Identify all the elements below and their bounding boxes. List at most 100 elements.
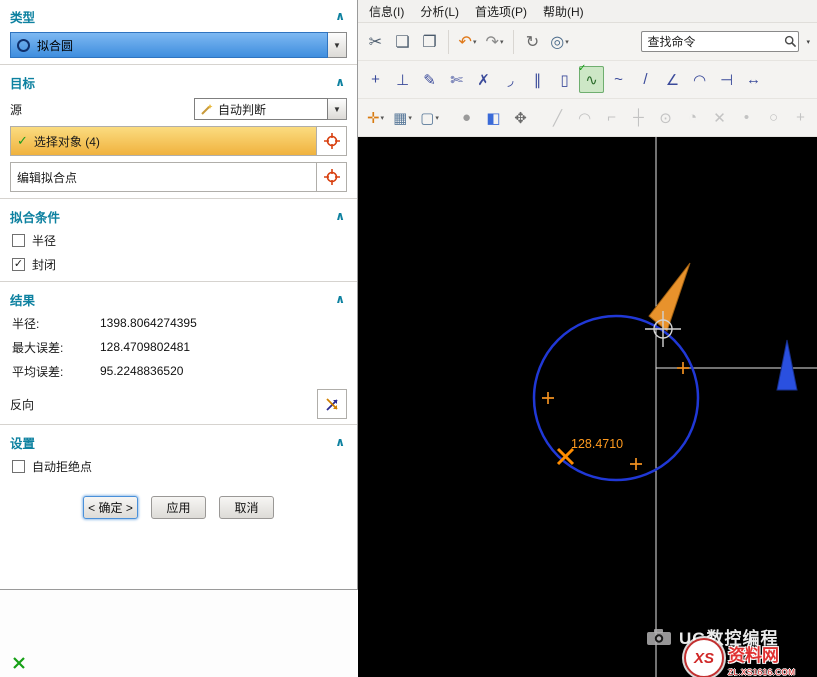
fit-circle[interactable] bbox=[534, 316, 698, 480]
direction-arrow-orange[interactable] bbox=[649, 263, 690, 331]
redo-dropdown-icon[interactable]: ▾ bbox=[500, 38, 504, 46]
type-section-header[interactable]: 类型 ∧ bbox=[10, 4, 347, 28]
undo-dropdown-icon[interactable]: ▾ bbox=[473, 38, 477, 46]
ok-button[interactable]: < 确定 > bbox=[83, 496, 138, 519]
quick-extend-icon[interactable]: ✗ bbox=[471, 66, 496, 93]
snap-intersection-icon[interactable]: ✕ bbox=[707, 104, 732, 131]
paste-icon[interactable]: ❐ bbox=[417, 28, 442, 55]
reverse-direction-button[interactable] bbox=[317, 389, 347, 419]
studio-spline-icon[interactable]: ~ bbox=[606, 66, 631, 93]
snap-circle-icon[interactable]: ○ bbox=[761, 104, 786, 131]
target-collapse-icon[interactable]: ∧ bbox=[333, 75, 347, 89]
redo-icon[interactable]: ↷▾ bbox=[482, 28, 507, 55]
undo-icon[interactable]: ↶▾ bbox=[455, 28, 480, 55]
search-input[interactable] bbox=[642, 35, 782, 49]
arc-icon[interactable]: ◠ bbox=[687, 66, 712, 93]
point-method-dropdown-icon[interactable]: ▾ bbox=[381, 114, 385, 122]
repeat-command-icon[interactable]: ↻ bbox=[520, 28, 545, 55]
source-selected-value[interactable]: 自动判断 bbox=[194, 98, 328, 120]
edit-fit-points-field[interactable]: 编辑拟合点 bbox=[11, 163, 316, 191]
toolbar-separator bbox=[448, 30, 449, 54]
type-value-label: 拟合圆 bbox=[37, 37, 73, 54]
reverse-label: 反向 bbox=[10, 396, 34, 413]
touch-gesture-icon[interactable]: ◎▾ bbox=[547, 28, 572, 55]
source-row: 源 自动判断 ▼ bbox=[10, 98, 347, 120]
radius-checkbox[interactable] bbox=[12, 234, 25, 247]
angle-icon[interactable]: ∠ bbox=[660, 66, 685, 93]
command-finder[interactable] bbox=[641, 31, 799, 52]
menu-item-2[interactable]: 首选项(P) bbox=[467, 1, 535, 22]
fit-circle-icon bbox=[17, 39, 30, 52]
snap-midpoint-icon[interactable]: ┼ bbox=[626, 104, 651, 131]
closed-checkbox[interactable]: ✓ bbox=[12, 258, 25, 271]
slope-icon[interactable]: / bbox=[633, 66, 658, 93]
infer-wand-icon bbox=[200, 103, 213, 116]
snap-arc-icon[interactable]: ◠ bbox=[572, 104, 597, 131]
constraint-icon[interactable]: ⊣ bbox=[714, 66, 739, 93]
search-icon[interactable] bbox=[782, 35, 798, 48]
target-section-header[interactable]: 目标 ∧ bbox=[10, 70, 347, 94]
type-collapse-icon[interactable]: ∧ bbox=[333, 9, 347, 23]
graphics-viewport[interactable]: 128.4710 UG数控编程 XS 资料网 ZL.XS1616.COM bbox=[358, 137, 817, 677]
radius-checkbox-label: 半径 bbox=[32, 232, 56, 249]
fit-curve-icon[interactable]: ∿✓ bbox=[579, 66, 604, 93]
touch-gesture-dropdown-icon[interactable]: ▾ bbox=[565, 38, 569, 46]
viewport-canvas: 128.4710 bbox=[358, 137, 817, 677]
background-panel bbox=[0, 590, 358, 677]
offset-curve-icon[interactable]: ∥ bbox=[525, 66, 550, 93]
fillet-icon[interactable]: ◞ bbox=[498, 66, 523, 93]
results-collapse-icon[interactable]: ∧ bbox=[333, 292, 347, 306]
cancel-button[interactable]: 取消 bbox=[219, 496, 274, 519]
menu-item-0[interactable]: 信息(I) bbox=[361, 1, 412, 22]
type-selected-value[interactable]: 拟合圆 bbox=[10, 32, 328, 58]
isometric-view-icon[interactable]: ◧ bbox=[481, 104, 506, 131]
cut-icon[interactable]: ✂ bbox=[363, 28, 388, 55]
snap-plus-icon[interactable]: + bbox=[788, 104, 813, 131]
perpendicular-icon[interactable]: ⊥ bbox=[390, 66, 415, 93]
quick-trim-icon[interactable]: ✄ bbox=[444, 66, 469, 93]
type-dropdown[interactable]: 拟合圆 ▼ bbox=[10, 32, 347, 58]
snap-line-icon[interactable]: ╱ bbox=[545, 104, 570, 131]
source-dropdown[interactable]: 自动判断 ▼ bbox=[194, 98, 347, 120]
snap-center-icon[interactable]: ⊙ bbox=[653, 104, 678, 131]
fit-point-marker[interactable] bbox=[542, 392, 554, 404]
shaded-view-icon[interactable]: ● bbox=[454, 104, 479, 131]
source-label: 源 bbox=[10, 101, 22, 118]
point-method-icon[interactable]: ✛▾ bbox=[363, 104, 388, 131]
source-dropdown-arrow-icon[interactable]: ▼ bbox=[328, 98, 347, 120]
annotation-icon[interactable]: ✎ bbox=[417, 66, 442, 93]
fit-point-marker[interactable] bbox=[630, 458, 642, 470]
select-objects-field[interactable]: ✓ 选择对象 (4) bbox=[11, 127, 316, 155]
pattern-curve-icon[interactable]: ▯ bbox=[552, 66, 577, 93]
apply-button[interactable]: 应用 bbox=[151, 496, 206, 519]
edit-fit-points-button[interactable] bbox=[316, 163, 346, 191]
copy-icon[interactable]: ❏ bbox=[390, 28, 415, 55]
settings-collapse-icon[interactable]: ∧ bbox=[333, 435, 347, 449]
handle-arrow-blue[interactable] bbox=[777, 340, 797, 390]
conditions-section-header[interactable]: 拟合条件 ∧ bbox=[10, 204, 347, 228]
point-constructor-button[interactable] bbox=[316, 127, 346, 155]
settings-section-header[interactable]: 设置 ∧ bbox=[10, 430, 347, 454]
rectangle-select-icon[interactable]: ▢▾ bbox=[417, 104, 442, 131]
fit-point-marker[interactable] bbox=[677, 362, 689, 374]
dimension-icon[interactable]: ↔ bbox=[741, 66, 766, 93]
auto-reject-checkbox[interactable] bbox=[12, 460, 25, 473]
point-icon[interactable]: + bbox=[363, 66, 388, 93]
section-separator bbox=[0, 424, 357, 425]
point-crosshair-icon bbox=[323, 132, 341, 150]
type-dropdown-arrow-icon[interactable]: ▼ bbox=[328, 32, 347, 58]
selection-scope-dropdown-icon[interactable]: ▾ bbox=[408, 114, 412, 122]
snap-quadrant-icon[interactable]: ◔ bbox=[680, 104, 705, 131]
results-section-header[interactable]: 结果 ∧ bbox=[10, 287, 347, 311]
pan-icon[interactable]: ✥ bbox=[508, 104, 533, 131]
snap-endpoint-icon[interactable]: ⌐ bbox=[599, 104, 624, 131]
search-dropdown-icon[interactable]: ▾ bbox=[803, 38, 813, 46]
selection-scope-icon[interactable]: ▦▾ bbox=[390, 104, 415, 131]
snap-point-icon[interactable]: • bbox=[734, 104, 759, 131]
conditions-collapse-icon[interactable]: ∧ bbox=[333, 209, 347, 223]
target-section-title: 目标 bbox=[10, 73, 35, 92]
menu-item-1[interactable]: 分析(L) bbox=[412, 1, 467, 22]
rectangle-select-dropdown-icon[interactable]: ▾ bbox=[435, 114, 439, 122]
menu-item-3[interactable]: 帮助(H) bbox=[535, 1, 592, 22]
result-max-error-value: 128.4709802481 bbox=[100, 340, 190, 354]
